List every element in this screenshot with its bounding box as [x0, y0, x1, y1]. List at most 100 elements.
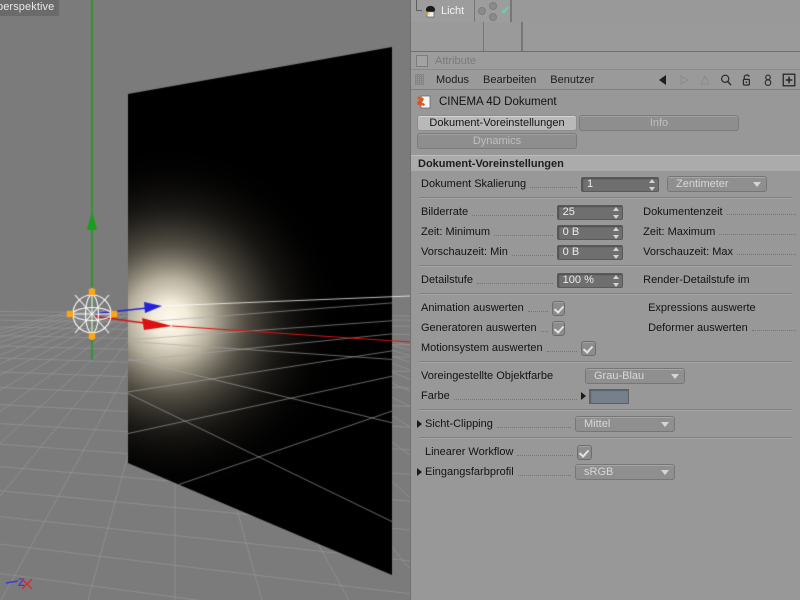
object-manager-empty-rows[interactable] [411, 22, 800, 51]
input-detailstufe[interactable]: 100 % [557, 273, 623, 288]
lock-icon[interactable] [740, 73, 754, 87]
chevron-down-icon [753, 182, 761, 187]
stepper-icon[interactable] [612, 247, 619, 259]
label-cell-right: Deformer auswerten [648, 322, 800, 334]
object-manager-name-cell[interactable]: 4k Licht [411, 0, 475, 22]
checkbox-generatoren-auswerten[interactable] [552, 321, 565, 336]
enabled-check-icon[interactable]: ✔ [501, 6, 510, 16]
leader-dots [737, 254, 796, 255]
back-arrow-icon[interactable] [656, 73, 670, 87]
label-zeit-minimum: Zeit: Minimum [421, 226, 490, 239]
stepper-icon[interactable] [612, 227, 619, 239]
expand-triangle-icon[interactable] [417, 420, 422, 428]
divider [419, 409, 792, 411]
checkbox-animation-auswerten[interactable] [552, 301, 565, 316]
viewport-3d-scene[interactable] [0, 0, 410, 600]
checkbox-linearer-workflow[interactable] [577, 445, 592, 460]
dot-icon[interactable] [489, 2, 497, 10]
add-icon[interactable] [782, 73, 796, 87]
svg-text:4k: 4k [425, 11, 430, 16]
label-expressions-auswerten: Expressions auswerte [648, 302, 756, 314]
input-dokument-skalierung[interactable]: 1 [581, 177, 659, 192]
row-farbe: Farbe [411, 386, 800, 406]
label-render-detailstufe: Render-Detailstufe im [643, 274, 749, 286]
dropdown-einheit[interactable]: Zentimeter [667, 176, 767, 192]
tab-info[interactable]: Info [579, 115, 739, 131]
object-manager-row[interactable]: 4k Licht ✔ [411, 0, 800, 22]
row-animation-auswerten: Animation auswerten Expressions auswerte [411, 298, 800, 318]
dropdown-objektfarbe[interactable]: Grau-Blau [585, 368, 685, 384]
tree-connector-icon [411, 0, 423, 22]
row-zeit-minimum: Zeit: Minimum 0 B Zeit: Maximum [411, 222, 800, 242]
search-icon[interactable] [719, 73, 733, 87]
stepper-icon[interactable] [612, 275, 619, 287]
dot-icon[interactable] [489, 13, 497, 21]
attribute-manager-title: Attribute [435, 55, 476, 67]
viewport-perspective[interactable]: perspektive Z [0, 0, 410, 600]
divider [419, 265, 792, 267]
menu-bearbeiten[interactable]: Bearbeiten [476, 71, 543, 89]
expand-triangle-icon[interactable] [417, 468, 422, 476]
label-dokument-skalierung: Dokument Skalierung [421, 178, 526, 191]
menu-modus[interactable]: Modus [429, 71, 476, 89]
value-bilderrate: 25 [558, 206, 575, 218]
value-zeit-minimum: 0 B [558, 226, 580, 238]
input-zeit-minimum[interactable]: 0 B [557, 225, 623, 240]
cinema4d-window: perspektive Z 4k Licht [0, 0, 800, 600]
properties-list: Dokument Skalierung 1 Zentimeter Bilderr… [411, 174, 800, 600]
section-header-dokument-voreinstellungen: Dokument-Voreinstellungen [411, 155, 800, 171]
checkbox-motionsystem-auswerten[interactable] [581, 341, 596, 356]
drag-grip-icon[interactable] [415, 74, 424, 85]
leader-dots [512, 255, 553, 256]
label-cell: Voreingestellte Objektfarbe [421, 370, 581, 383]
tab-dynamics[interactable]: Dynamics [417, 133, 577, 149]
label-animation-auswerten: Animation auswerten [421, 302, 524, 315]
row-generatoren-auswerten: Generatoren auswerten Deformer auswerten [411, 318, 800, 338]
label-cell-right: Vorschauzeit: Max [643, 246, 800, 258]
tab-dokument-voreinstellungen[interactable]: Dokument-Voreinstellungen [417, 115, 577, 131]
up-arrow-icon[interactable] [698, 73, 712, 87]
label-cell-right: Dokumentenzeit [643, 206, 800, 218]
visibility-dots-stack[interactable] [489, 2, 497, 21]
input-bilderrate[interactable]: 25 [557, 205, 623, 220]
right-dock-panel: 4k Licht ✔ [410, 0, 800, 600]
label-cell: Farbe [421, 390, 581, 403]
input-vorschauzeit-min[interactable]: 0 B [557, 245, 623, 260]
expand-triangle-icon[interactable] [581, 392, 586, 400]
label-cell: Zeit: Minimum [421, 226, 557, 239]
label-motionsystem-auswerten: Motionsystem auswerten [421, 342, 543, 355]
menu-benutzer[interactable]: Benutzer [543, 71, 601, 89]
object-manager[interactable]: 4k Licht ✔ [411, 0, 800, 52]
dot-icon[interactable] [478, 7, 486, 15]
attribute-manager-menubar: Modus Bearbeiten Benutzer [411, 70, 800, 90]
row-voreingestellte-objektfarbe: Voreingestellte Objektfarbe Grau-Blau [411, 366, 800, 386]
row-linearer-workflow: Linearer Workflow [411, 442, 800, 462]
value-objektfarbe: Grau-Blau [594, 370, 644, 382]
attribute-toolbar-icons [656, 73, 800, 87]
forward-arrow-icon[interactable] [677, 73, 691, 87]
leader-dots [541, 331, 549, 332]
attribute-object-header: CINEMA 4D Dokument [411, 90, 800, 113]
label-eingangsfarbprofil: Eingangsfarbprofil [425, 466, 514, 479]
label-vorschauzeit-max: Vorschauzeit: Max [643, 246, 733, 258]
dropdown-sicht-clipping[interactable]: Mittel [575, 416, 675, 432]
label-detailstufe: Detailstufe [421, 274, 473, 287]
pin-icon[interactable] [761, 73, 775, 87]
row-motionsystem-auswerten: Motionsystem auswerten [411, 338, 800, 358]
stepper-icon[interactable] [612, 207, 619, 219]
chevron-down-icon [671, 374, 679, 379]
label-farbe: Farbe [421, 390, 450, 403]
leader-dots [494, 235, 553, 236]
color-swatch-farbe[interactable] [589, 389, 629, 404]
leader-dots [497, 427, 571, 428]
stepper-icon[interactable] [648, 179, 655, 191]
axis-orientation-gizmo: Z [2, 566, 48, 592]
leader-dots [727, 214, 796, 215]
tab-row-2: Dynamics [417, 133, 800, 149]
object-manager-visibility-cell[interactable]: ✔ [475, 0, 511, 22]
label-cell: Bilderrate [421, 206, 557, 219]
dropdown-eingangsfarbprofil[interactable]: sRGB [575, 464, 675, 480]
panel-menu-icon[interactable] [416, 55, 428, 67]
label-cell-right: Render-Detailstufe im [643, 274, 800, 286]
label-voreingestellte-objektfarbe: Voreingestellte Objektfarbe [421, 370, 553, 383]
